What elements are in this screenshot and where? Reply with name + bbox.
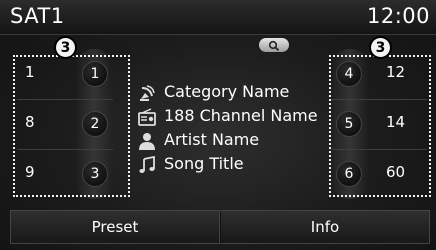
radio-icon	[138, 108, 156, 126]
preset-frequency: 8	[25, 113, 35, 131]
preset-row[interactable]: 1 1	[17, 49, 113, 100]
preset-button-5[interactable]: 5	[336, 111, 362, 137]
music-note-icon	[139, 156, 155, 173]
channel-name: 188 Channel Name	[164, 106, 318, 125]
preset-row[interactable]: 9 3	[17, 149, 113, 199]
preset-row[interactable]: 6 60	[331, 149, 427, 199]
search-icon	[268, 40, 280, 51]
preset-button[interactable]: Preset	[10, 210, 220, 244]
clock: 12:00	[366, 4, 430, 28]
preset-row[interactable]: 5 14	[331, 99, 427, 150]
preset-button-6[interactable]: 6	[336, 161, 362, 187]
preset-button-4[interactable]: 4	[336, 61, 362, 87]
preset-button-2[interactable]: 2	[82, 111, 108, 137]
artist-row: Artist Name	[138, 130, 334, 154]
source-title: SAT1	[10, 4, 65, 28]
radio-screen: SAT1 12:00 3 1 1 8 2 9 3 3 4 12 5 14 6 6…	[0, 0, 436, 250]
preset-button-1[interactable]: 1	[82, 61, 108, 87]
preset-frequency: 1	[25, 63, 35, 81]
preset-row[interactable]: 8 2	[17, 99, 113, 150]
category-row: Category Name	[138, 82, 334, 106]
person-icon	[139, 133, 155, 150]
channel-row: 188 Channel Name	[138, 106, 334, 130]
preset-button-3[interactable]: 3	[82, 161, 108, 187]
song-title: Song Title	[164, 154, 244, 173]
bottom-button-bar: Preset Info	[10, 210, 430, 244]
info-button[interactable]: Info	[220, 210, 430, 244]
preset-row[interactable]: 4 12	[331, 49, 427, 100]
artist-name: Artist Name	[164, 130, 260, 149]
category-name: Category Name	[164, 82, 290, 101]
preset-frequency: 12	[386, 63, 406, 81]
left-preset-column: 1 1 8 2 9 3	[17, 49, 113, 199]
status-bar: SAT1 12:00	[0, 0, 436, 35]
scan-button[interactable]	[259, 38, 289, 52]
right-preset-column: 4 12 5 14 6 60	[331, 49, 427, 199]
satellite-dish-icon	[140, 85, 155, 101]
song-row: Song Title	[138, 154, 334, 178]
preset-frequency: 9	[25, 163, 35, 181]
preset-frequency: 60	[386, 163, 406, 181]
preset-frequency: 14	[386, 113, 406, 131]
